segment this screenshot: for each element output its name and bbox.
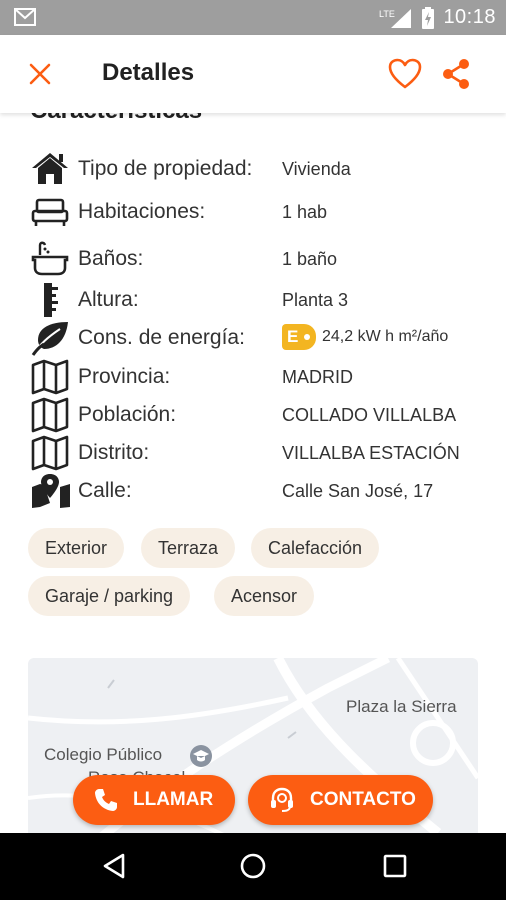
tag-chip[interactable]: Acensor: [214, 576, 315, 616]
feature-row-district: Distrito: VILLALBA ESTACIÓN: [30, 435, 490, 471]
app-bar: Detalles: [0, 35, 506, 113]
home-icon[interactable]: [239, 852, 267, 880]
feature-row-bathrooms: Baños: 1 baño: [30, 241, 490, 277]
feature-value: MADRID: [282, 367, 353, 387]
section-title: Características: [30, 113, 202, 125]
energy-rating: E 24,2 kW h m²/año: [282, 324, 448, 350]
map-icon: [31, 435, 69, 471]
call-button[interactable]: LLAMAR: [73, 775, 235, 825]
headset-icon: [271, 787, 293, 812]
contact-button-label: CONTACTO: [310, 789, 416, 810]
bathtub-icon: [31, 241, 69, 276]
feature-row-town: Población: COLLADO VILLALBA: [30, 397, 490, 433]
house-icon: [32, 153, 68, 184]
map-label: Plaza la Sierra: [346, 697, 457, 716]
feature-value: VILLALBA ESTACIÓN: [282, 443, 460, 463]
feature-value: Calle San José, 17: [282, 481, 434, 501]
feature-label: Baños:: [78, 247, 144, 270]
clock: 10:18: [443, 6, 496, 28]
energy-class-badge: E: [282, 324, 316, 350]
system-nav-bar: [0, 833, 506, 900]
back-icon[interactable]: [101, 852, 127, 880]
feature-label: Distrito:: [78, 441, 150, 464]
feature-label: Calle:: [78, 479, 132, 502]
feature-row-floor: Altura: Planta 3: [30, 282, 490, 318]
feature-label: Altura:: [78, 288, 139, 311]
network-type: LTE: [379, 9, 395, 19]
heart-icon[interactable]: [388, 58, 422, 90]
feature-value: COLLADO VILLALBA: [282, 405, 457, 425]
feature-row-rooms: Habitaciones: 1 hab: [30, 194, 490, 230]
ruler-icon: [44, 283, 58, 317]
feature-row-street: Calle: Calle San José, 17: [30, 473, 490, 509]
recents-icon[interactable]: [382, 852, 408, 880]
leaf-icon: [31, 322, 68, 356]
map-pin-icon: [32, 474, 70, 508]
tag-chip[interactable]: Garaje / parking: [28, 576, 191, 616]
map-label: Colegio Público: [44, 745, 163, 764]
feature-row-province: Provincia: MADRID: [30, 359, 490, 395]
feature-value: 1 hab: [282, 202, 328, 222]
status-bar: LTE 10:18: [0, 0, 506, 35]
signal-icon: LTE: [379, 8, 412, 28]
map-icon: [31, 359, 69, 395]
contact-button[interactable]: CONTACTO: [248, 775, 433, 825]
feature-row-energy: Cons. de energía: E 24,2 kW h m²/año: [30, 320, 490, 356]
phone-icon: [95, 789, 117, 811]
share-icon[interactable]: [440, 57, 472, 91]
details-content[interactable]: Características Tipo de propiedad: Vivie…: [0, 113, 506, 833]
tag-chip[interactable]: Exterior: [28, 528, 125, 568]
bed-icon: [31, 198, 69, 226]
feature-value: 1 baño: [282, 249, 338, 269]
feature-label: Tipo de propiedad:: [78, 157, 253, 180]
feature-label: Población:: [78, 403, 177, 426]
school-pin-icon: [190, 745, 212, 767]
mail-icon: [14, 8, 36, 26]
feature-label: Habitaciones:: [78, 200, 206, 223]
close-icon[interactable]: [26, 60, 54, 88]
feature-value: Vivienda: [282, 159, 351, 179]
feature-row-property-type: Tipo de propiedad: Vivienda: [30, 151, 490, 187]
call-button-label: LLAMAR: [133, 789, 214, 810]
feature-value: 24,2 kW h m²/año: [322, 328, 449, 345]
page-title: Detalles: [102, 59, 195, 86]
battery-icon: [422, 6, 435, 29]
tag-chip[interactable]: Calefacción: [251, 528, 380, 568]
tag-chip[interactable]: Terraza: [141, 528, 236, 568]
feature-label: Provincia:: [78, 365, 171, 388]
feature-value: Planta 3: [282, 290, 349, 310]
feature-label: Cons. de energía:: [78, 326, 245, 349]
map-icon: [31, 397, 69, 433]
